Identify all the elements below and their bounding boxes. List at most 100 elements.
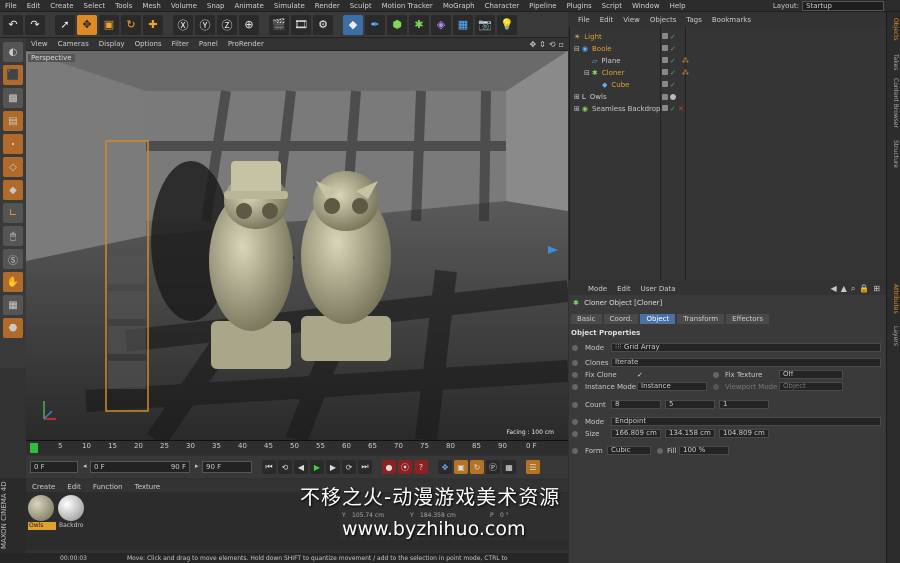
key-parameter-icon[interactable]: Ⓟ xyxy=(486,460,500,474)
zoom-view-icon[interactable]: ⇕ xyxy=(539,40,546,49)
menu-select[interactable]: Select xyxy=(79,2,111,10)
object-row-seamless-backdrop[interactable]: ⊞ ◉ Seamless Backdrop ✓ ✕ xyxy=(570,103,887,115)
side-tab-content-browser[interactable]: Content Browser xyxy=(889,78,899,128)
x-axis-icon[interactable]: Ⓧ xyxy=(173,14,193,35)
menu-pipeline[interactable]: Pipeline xyxy=(524,2,561,10)
menu-animate[interactable]: Animate xyxy=(230,2,269,10)
new-panel-icon[interactable]: ⊞ xyxy=(873,284,880,294)
menu-motion-tracker[interactable]: Motion Tracker xyxy=(377,2,438,10)
subdivision-icon[interactable]: ⬢ xyxy=(387,14,407,35)
timeline-ruler[interactable]: 5 10 15 20 25 30 35 40 45 50 55 60 65 70… xyxy=(26,440,568,454)
next-frame-icon[interactable]: ▶ xyxy=(326,460,340,474)
viewport-menu-view[interactable]: View xyxy=(26,40,53,48)
object-row-owls[interactable]: ⊞ L Owls xyxy=(570,91,887,103)
om-menu-edit[interactable]: Edit xyxy=(595,16,619,24)
attr-menu-user-data[interactable]: User Data xyxy=(636,285,681,293)
planar-workplane-icon[interactable]: ⬣ xyxy=(3,318,23,338)
go-to-end-icon[interactable]: ⏭ xyxy=(358,460,372,474)
key-rotation-icon[interactable]: ↻ xyxy=(470,460,484,474)
mode2-dropdown[interactable]: Endpoint xyxy=(611,417,881,426)
z-axis-icon[interactable]: Ⓩ xyxy=(217,14,237,35)
rotate-view-icon[interactable]: ⟲ xyxy=(549,40,556,49)
render-view-icon[interactable]: 🎬 xyxy=(269,14,289,35)
size-z-field[interactable]: 104.809 cm xyxy=(719,429,769,438)
object-row-cloner[interactable]: ⊟ ✱ Cloner ✓ ⁂ xyxy=(570,67,887,79)
menu-volume[interactable]: Volume xyxy=(166,2,202,10)
search-icon[interactable]: ⌕ xyxy=(851,284,855,294)
menu-create[interactable]: Create xyxy=(45,2,78,10)
om-menu-tags[interactable]: Tags xyxy=(681,16,707,24)
key-position-icon[interactable]: ✥ xyxy=(438,460,452,474)
lock-workplane-icon[interactable]: ▦ xyxy=(3,295,23,315)
key-scale-icon[interactable]: ▣ xyxy=(454,460,468,474)
form-dropdown[interactable]: Cubic xyxy=(607,446,651,455)
menu-snap[interactable]: Snap xyxy=(202,2,230,10)
om-menu-file[interactable]: File xyxy=(573,16,595,24)
light-icon[interactable]: 💡 xyxy=(497,14,517,35)
cube-primitive-icon[interactable]: ◆ xyxy=(343,14,363,35)
previous-key-icon[interactable]: ⟲ xyxy=(278,460,292,474)
render-picture-viewer-icon[interactable]: 🎞 xyxy=(291,14,311,35)
object-row-light[interactable]: ☀ Light ✓ xyxy=(570,31,887,43)
up-arrow-icon[interactable]: ▲ xyxy=(841,284,847,294)
mograph-cloner-icon[interactable]: ✱ xyxy=(409,14,429,35)
previous-frame-icon[interactable]: ◀ xyxy=(294,460,308,474)
move-tool-icon[interactable]: ✥ xyxy=(77,14,97,35)
play-icon[interactable]: ▶ xyxy=(310,460,324,474)
undo-icon[interactable]: ↶ xyxy=(3,14,23,35)
tab-coord[interactable]: Coord. xyxy=(603,314,639,324)
start-frame-field[interactable]: 0 F xyxy=(30,461,78,473)
tab-object[interactable]: Object xyxy=(640,314,676,324)
rotate-tool-icon[interactable]: ↻ xyxy=(121,14,141,35)
count-y-field[interactable]: 5 xyxy=(665,400,715,409)
viewport-menu-cameras[interactable]: Cameras xyxy=(53,40,94,48)
end-frame-field[interactable]: 90 F xyxy=(202,461,252,473)
menu-mesh[interactable]: Mesh xyxy=(137,2,165,10)
side-tab-attributes[interactable]: Attributes xyxy=(889,284,899,314)
menu-window[interactable]: Window xyxy=(627,2,665,10)
model-mode-icon[interactable]: ⬛ xyxy=(3,65,23,85)
menu-render[interactable]: Render xyxy=(310,2,345,10)
back-arrow-icon[interactable]: ◀ xyxy=(831,284,837,294)
select-cursor-icon[interactable]: ➚ xyxy=(55,14,75,35)
object-row-cube[interactable]: ◆ Cube ✓ xyxy=(570,79,887,91)
menu-simulate[interactable]: Simulate xyxy=(269,2,310,10)
size-y-field[interactable]: 134.158 cm xyxy=(665,429,715,438)
viewport-menu-prorender[interactable]: ProRender xyxy=(223,40,269,48)
om-menu-objects[interactable]: Objects xyxy=(645,16,681,24)
viewport-mode-dropdown[interactable]: Object xyxy=(779,382,843,391)
object-row-plane[interactable]: ▱ Plane ✓ ⁂ xyxy=(570,55,887,67)
instance-mode-dropdown[interactable]: Instance xyxy=(637,382,707,391)
material-menu-edit[interactable]: Edit xyxy=(61,483,87,491)
viewport-menu-panel[interactable]: Panel xyxy=(194,40,223,48)
fix-texture-dropdown[interactable]: Off xyxy=(779,370,843,379)
maximize-view-icon[interactable]: ▫ xyxy=(559,40,564,49)
viewport-menu-options[interactable]: Options xyxy=(130,40,167,48)
lock-icon[interactable]: 🔒 xyxy=(859,284,869,294)
tab-effectors[interactable]: Effectors xyxy=(726,314,770,324)
om-menu-bookmarks[interactable]: Bookmarks xyxy=(707,16,756,24)
soft-selection-icon[interactable]: ✋ xyxy=(3,272,23,292)
layout-select[interactable]: Startup xyxy=(802,1,884,11)
menu-mograph[interactable]: MoGraph xyxy=(438,2,480,10)
object-row-boole[interactable]: ⊟ ◉ Boole ✓ xyxy=(570,43,887,55)
edges-mode-icon[interactable]: ◇ xyxy=(3,157,23,177)
tab-transform[interactable]: Transform xyxy=(677,314,725,324)
menu-character[interactable]: Character xyxy=(480,2,525,10)
viewport-camera-label[interactable]: Perspective xyxy=(28,54,75,62)
menu-sculpt[interactable]: Sculpt xyxy=(345,2,377,10)
timeline-window-icon[interactable]: ☰ xyxy=(526,460,540,474)
material-menu-function[interactable]: Function xyxy=(87,483,129,491)
points-mode-icon[interactable]: ⬝ xyxy=(3,134,23,154)
redo-icon[interactable]: ↷ xyxy=(25,14,45,35)
tweak-mode-icon[interactable]: 🖱 xyxy=(3,226,23,246)
menu-edit[interactable]: Edit xyxy=(22,2,46,10)
y-axis-icon[interactable]: Ⓨ xyxy=(195,14,215,35)
deformer-icon[interactable]: ◈ xyxy=(431,14,451,35)
key-pla-icon[interactable]: ▦ xyxy=(502,460,516,474)
side-tab-layers[interactable]: Layers xyxy=(889,326,899,346)
mode-dropdown[interactable]: ⁝⁝⁝ Grid Array xyxy=(611,343,881,352)
tab-basic[interactable]: Basic xyxy=(571,314,602,324)
preview-range-slider[interactable]: 0 F 90 F xyxy=(90,461,190,473)
record-active-icon[interactable]: ● xyxy=(382,460,396,474)
